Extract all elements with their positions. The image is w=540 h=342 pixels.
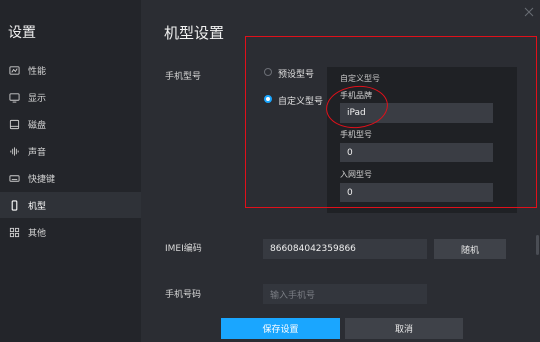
phone-number-label: 手机号码 — [165, 290, 202, 300]
sidebar: 设置 性能 显示 磁盘 声音 快捷键 机型 其他 — [0, 0, 141, 342]
sidebar-item-shortcuts[interactable]: 快捷键 — [0, 165, 141, 191]
sidebar-item-display[interactable]: 显示 — [0, 84, 141, 110]
imei-label: IMEI编码 — [165, 244, 202, 254]
sidebar-item-other[interactable]: 其他 — [0, 219, 141, 245]
sidebar-item-label: 性能 — [28, 66, 47, 77]
sidebar-item-model[interactable]: 机型 — [0, 192, 141, 218]
sidebar-item-label: 其他 — [28, 228, 47, 239]
page-title: 机型设置 — [164, 24, 225, 42]
sidebar-item-label: 快捷键 — [28, 174, 56, 185]
sidebar-item-disk[interactable]: 磁盘 — [0, 111, 141, 137]
phone-model-label: 手机型号 — [165, 72, 202, 82]
keyboard-icon — [8, 172, 20, 184]
grid-icon — [8, 226, 20, 238]
cancel-button[interactable]: 取消 — [345, 318, 463, 339]
annotation-rectangle — [245, 36, 537, 208]
sidebar-item-label: 磁盘 — [28, 120, 47, 131]
save-button[interactable]: 保存设置 — [221, 318, 340, 339]
phone-number-input[interactable]: 输入手机号 — [263, 284, 427, 304]
disk-icon — [8, 118, 20, 130]
close-icon[interactable] — [524, 7, 534, 17]
sidebar-title: 设置 — [8, 25, 36, 41]
performance-icon — [8, 64, 20, 76]
sidebar-item-label: 机型 — [28, 201, 47, 212]
phone-icon — [8, 199, 20, 211]
sidebar-item-sound[interactable]: 声音 — [0, 138, 141, 164]
monitor-icon — [8, 91, 20, 103]
sidebar-item-label: 声音 — [28, 147, 47, 158]
sidebar-item-label: 显示 — [28, 93, 47, 104]
imei-input[interactable]: 866084042359866 — [263, 239, 427, 259]
random-button[interactable]: 随机 — [434, 239, 506, 259]
sound-icon — [8, 145, 20, 157]
scrollbar[interactable] — [536, 235, 539, 255]
sidebar-item-performance[interactable]: 性能 — [0, 57, 141, 83]
